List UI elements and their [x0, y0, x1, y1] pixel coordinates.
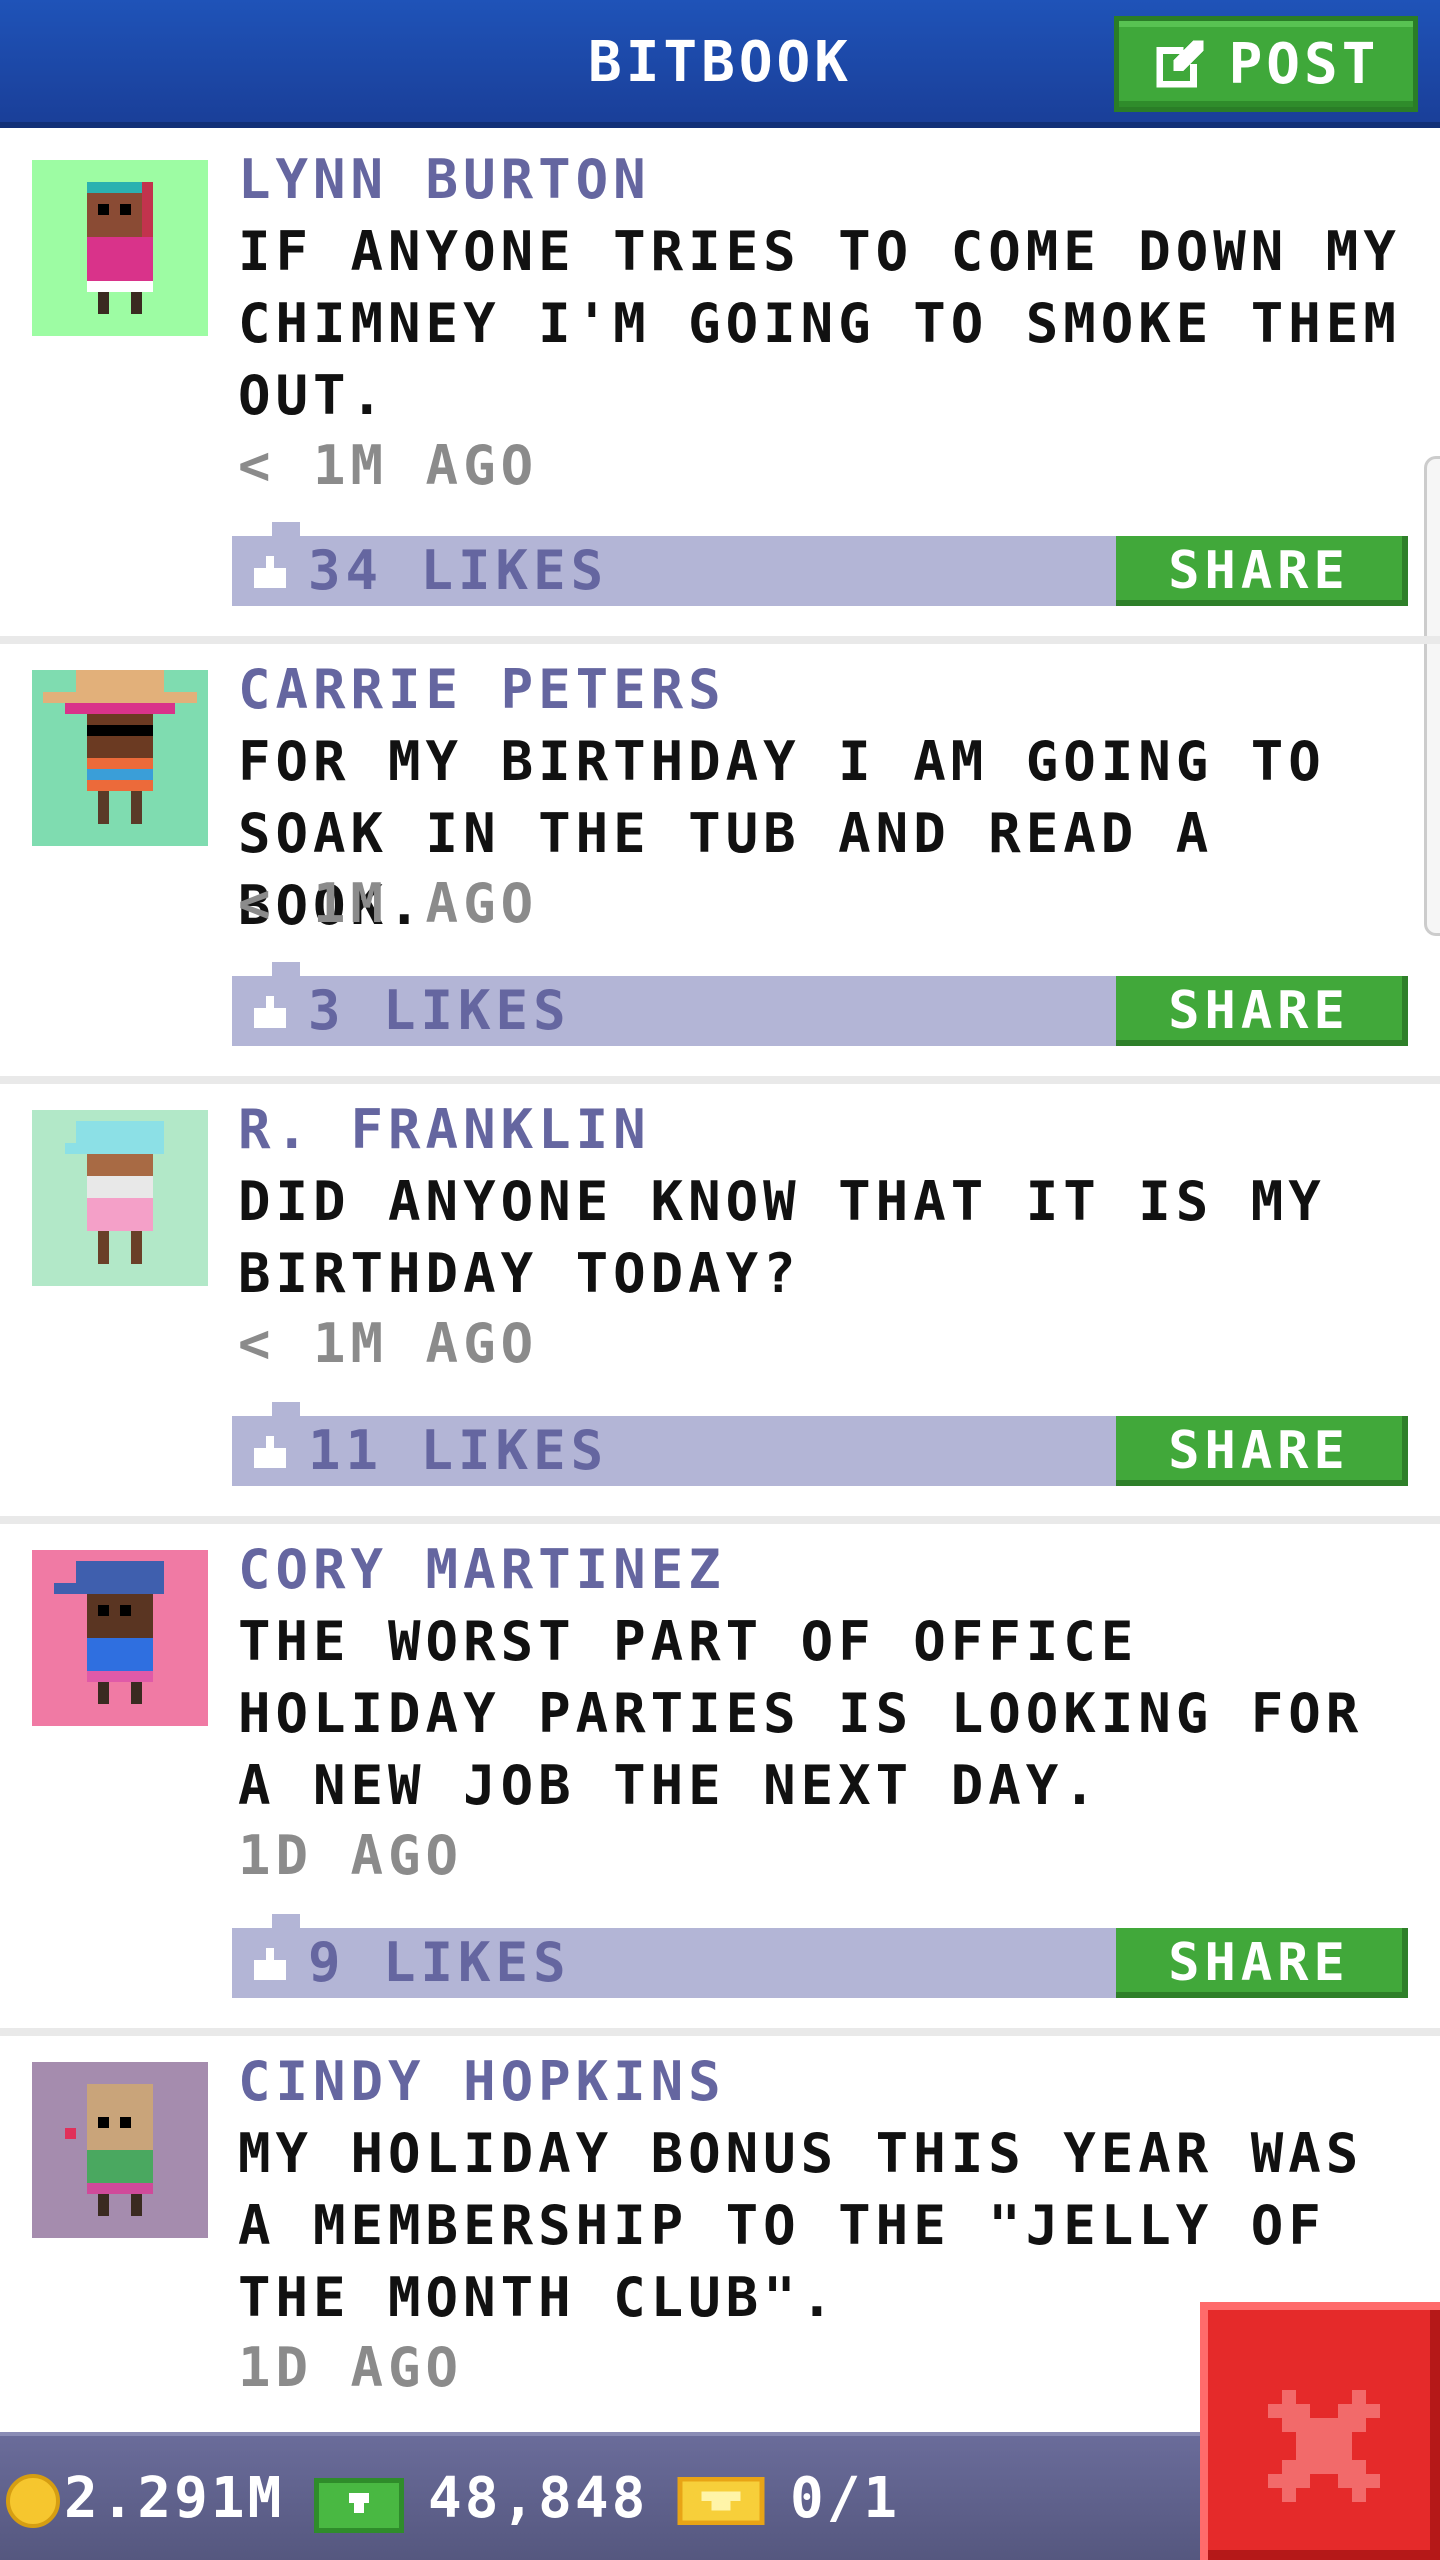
post-time: 1D AGO — [238, 2336, 464, 2399]
likes-bar: 11 LIKES SHARE — [232, 1402, 1408, 1486]
close-button[interactable] — [1200, 2302, 1440, 2560]
post-author[interactable]: LYNN BURTON — [238, 150, 651, 210]
ticket-icon — [677, 2476, 765, 2526]
avatar — [32, 160, 208, 336]
likes-bar-tab — [272, 962, 300, 976]
post-button-label: POST — [1228, 31, 1380, 97]
post-author[interactable]: CINDY HOPKINS — [238, 2052, 726, 2112]
post-author[interactable]: CORY MARTINEZ — [238, 1540, 726, 1600]
coin-count: 2.291M — [64, 2466, 285, 2531]
bux-count: 48,848 — [428, 2466, 649, 2531]
likes-bar: 3 LIKES SHARE — [232, 962, 1408, 1046]
post-author[interactable]: CARRIE PETERS — [238, 660, 726, 720]
likes-count: 34 LIKES — [308, 539, 609, 602]
post-text: DID ANYONE KNOW THAT IT IS MY BIRTHDAY T… — [238, 1170, 1326, 1305]
thumbs-up-icon[interactable] — [250, 1436, 290, 1468]
share-button[interactable]: SHARE — [1116, 1928, 1408, 1998]
avatar — [32, 670, 208, 846]
share-button[interactable]: SHARE — [1116, 536, 1408, 606]
likes-count: 11 LIKES — [308, 1419, 609, 1482]
avatar — [32, 1550, 208, 1726]
coin-icon — [6, 2474, 60, 2528]
post-text: IF ANYONE TRIES TO COME DOWN MY CHIMNEY … — [238, 220, 1401, 427]
likes-bar: 34 LIKES SHARE — [232, 522, 1408, 606]
post-time: < 1M AGO — [238, 872, 539, 935]
avatar — [32, 2062, 208, 2238]
edit-icon — [1155, 40, 1204, 88]
likes-bar-tab — [272, 1914, 300, 1928]
likes-bar-tab — [272, 522, 300, 536]
feed-post: CARRIE PETERS FOR MY BIRTHDAY I AM GOING… — [0, 644, 1440, 1084]
thumbs-up-icon[interactable] — [250, 1948, 290, 1980]
app-header: BITBOOK POST — [0, 0, 1440, 128]
close-icon — [1268, 2390, 1380, 2502]
likes-bar: 9 LIKES SHARE — [232, 1914, 1408, 1998]
post-time: 1D AGO — [238, 1824, 464, 1887]
feed-list: LYNN BURTON IF ANYONE TRIES TO COME DOWN… — [0, 134, 1440, 2496]
cash-icon — [314, 2478, 404, 2533]
likes-count: 3 LIKES — [308, 979, 571, 1042]
ticket-count: 0/1 — [790, 2466, 901, 2531]
feed-post: LYNN BURTON IF ANYONE TRIES TO COME DOWN… — [0, 134, 1440, 644]
likes-bar-tab — [272, 1402, 300, 1416]
post-time: < 1M AGO — [238, 1312, 539, 1375]
post-text: THE WORST PART OF OFFICE HOLIDAY PARTIES… — [238, 1610, 1364, 1817]
feed-post: R. FRANKLIN DID ANYONE KNOW THAT IT IS M… — [0, 1084, 1440, 1524]
feed-post: CORY MARTINEZ THE WORST PART OF OFFICE H… — [0, 1524, 1440, 2036]
post-author[interactable]: R. FRANKLIN — [238, 1100, 651, 1160]
share-button[interactable]: SHARE — [1116, 976, 1408, 1046]
share-button[interactable]: SHARE — [1116, 1416, 1408, 1486]
thumbs-up-icon[interactable] — [250, 556, 290, 588]
likes-count: 9 LIKES — [308, 1931, 571, 1994]
post-time: < 1M AGO — [238, 434, 539, 497]
post-button[interactable]: POST — [1114, 16, 1418, 112]
thumbs-up-icon[interactable] — [250, 996, 290, 1028]
avatar — [32, 1110, 208, 1286]
